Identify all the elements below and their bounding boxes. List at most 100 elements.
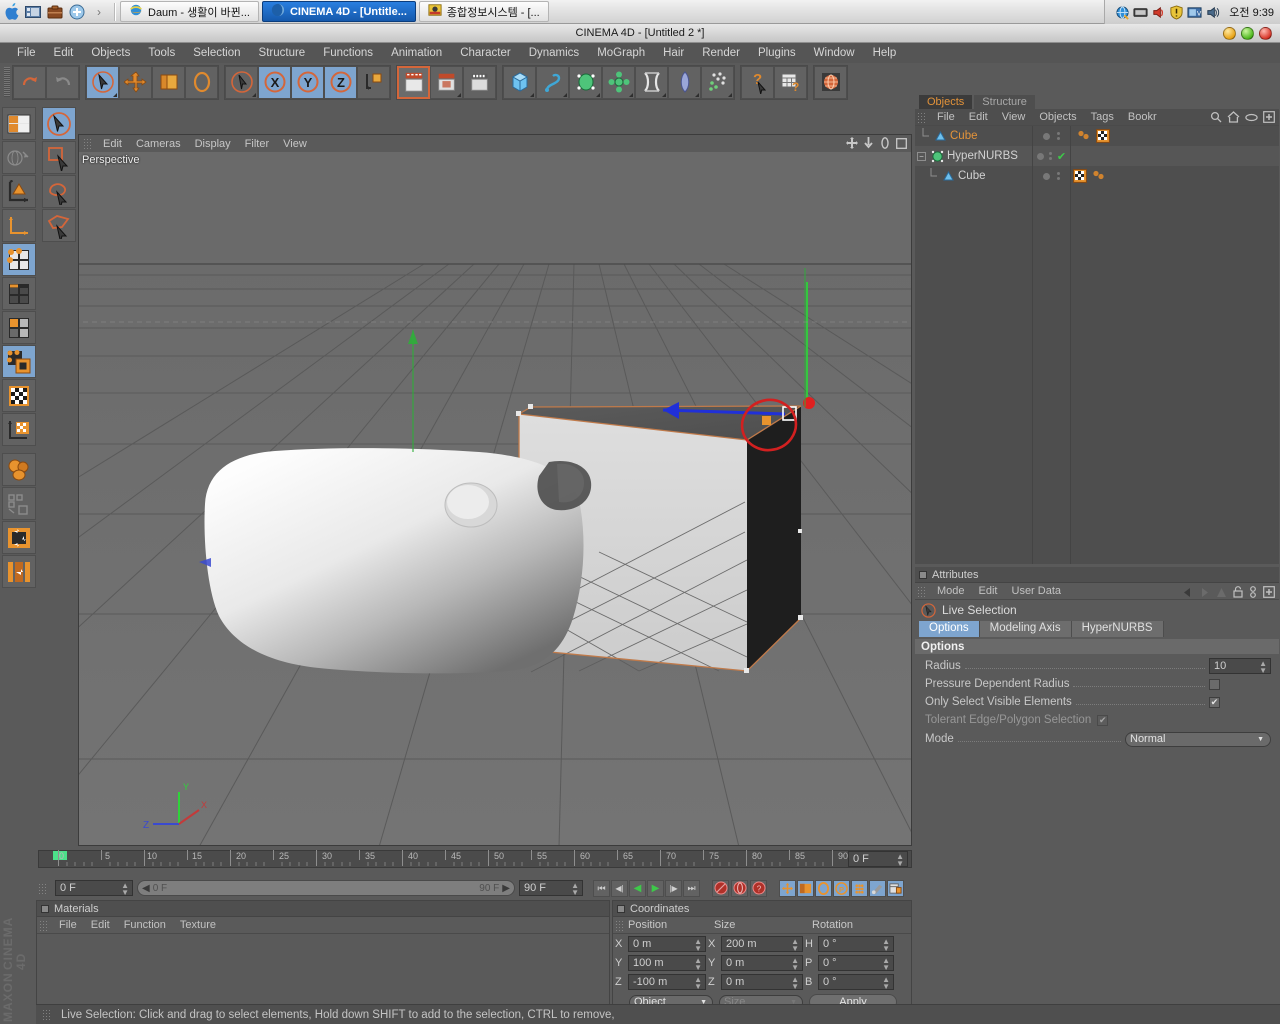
panel-collapse-icon[interactable]	[41, 904, 49, 913]
mode-select[interactable]: Normal ▼	[1125, 731, 1271, 747]
visible-render-dots[interactable]	[1057, 172, 1060, 180]
media-player-icon[interactable]	[23, 2, 43, 22]
checker-tag-icon[interactable]	[1073, 169, 1087, 183]
world-object-coord-button[interactable]	[357, 65, 390, 99]
plus-box-icon[interactable]	[1263, 586, 1275, 598]
plus-box-icon[interactable]	[1263, 111, 1275, 123]
dolly-icon[interactable]	[863, 137, 874, 149]
web-button[interactable]	[814, 65, 847, 99]
add-particles-button[interactable]	[701, 65, 734, 99]
pressure-radius-checkbox[interactable]	[1209, 678, 1220, 690]
tab-options[interactable]: Options	[919, 621, 980, 637]
stepper-icon[interactable]: ▲ ▼	[1259, 660, 1267, 675]
menu-selection[interactable]: Selection	[184, 45, 249, 61]
object-row-hypernurbs[interactable]: − HyperNURBS	[915, 146, 1032, 166]
status-drag-handle[interactable]	[42, 1009, 52, 1020]
object-row-cube-child[interactable]: Cube	[915, 166, 1032, 186]
object-cubes-button[interactable]	[2, 453, 36, 486]
visible-editor-dot[interactable]	[1043, 172, 1050, 180]
autokey-button[interactable]	[731, 879, 748, 897]
radius-input[interactable]: 10 ▲ ▼	[1209, 658, 1271, 675]
model-axis-button[interactable]	[2, 209, 36, 242]
content-browser-button[interactable]: ?	[774, 65, 807, 99]
taskbar-item-daum[interactable]: Daum - 생활이 바뀐...	[120, 1, 259, 22]
viewport-menu-filter[interactable]: Filter	[238, 137, 276, 151]
timeline-range-slider[interactable]: ◀ 0 F 90 F ▶	[137, 880, 515, 896]
parameter-key-button[interactable]: P	[833, 879, 850, 897]
stepper-icon[interactable]: ▲ ▼	[896, 853, 904, 868]
range-left-arrow-icon[interactable]: ◀	[142, 883, 150, 894]
stepper-icon[interactable]: ▲ ▼	[791, 937, 799, 952]
taskbar-item-cinema4d[interactable]: CINEMA 4D - [Untitle...	[261, 1, 416, 22]
menu-objects[interactable]: Objects	[82, 45, 139, 61]
keyframe-mode-button[interactable]	[887, 879, 904, 897]
attr-menu-user-data[interactable]: User Data	[1005, 585, 1069, 597]
scale-key-button[interactable]	[797, 879, 814, 897]
menu-tools[interactable]: Tools	[139, 45, 184, 61]
menu-animation[interactable]: Animation	[382, 45, 451, 61]
enable-axis-button[interactable]	[2, 521, 36, 554]
object-row-cube-top[interactable]: Cube	[915, 126, 1032, 146]
step-forward-button[interactable]: |▶	[665, 879, 682, 897]
only-visible-checkbox[interactable]: ✔	[1209, 696, 1220, 708]
menu-render[interactable]: Render	[693, 45, 749, 61]
menu-plugins[interactable]: Plugins	[749, 45, 805, 61]
menu-functions[interactable]: Functions	[314, 45, 382, 61]
minimize-button[interactable]	[1223, 27, 1236, 40]
live-selection-tool-button[interactable]	[42, 107, 76, 140]
add-circle-icon[interactable]	[67, 2, 87, 22]
visible-render-dots[interactable]	[1057, 132, 1060, 140]
rotation-p-field[interactable]: 0 ° ▲ ▼	[818, 954, 894, 971]
render-region-button[interactable]	[430, 65, 463, 99]
axis-y-button[interactable]: Y	[291, 65, 324, 99]
make-editable-button[interactable]	[2, 175, 36, 208]
add-scene-button[interactable]	[668, 65, 701, 99]
menu-help[interactable]: Help	[864, 45, 906, 61]
rotate-button[interactable]	[185, 65, 218, 99]
materials-drag-handle[interactable]	[39, 919, 49, 931]
tab-objects[interactable]: Objects	[919, 95, 973, 109]
link-icon[interactable]	[1249, 586, 1257, 598]
rotate-view-icon[interactable]	[879, 137, 891, 149]
autokey-toggle-button[interactable]	[869, 879, 886, 897]
stepper-icon[interactable]: ▲ ▼	[121, 882, 129, 897]
goto-start-button[interactable]: ⏮	[593, 879, 610, 897]
search-icon[interactable]	[1210, 111, 1222, 123]
menu-hair[interactable]: Hair	[654, 45, 693, 61]
viewport-menu-display[interactable]: Display	[188, 137, 238, 151]
stepper-icon[interactable]: ▲ ▼	[571, 882, 579, 897]
live-selection-button[interactable]	[86, 65, 119, 99]
redo-button[interactable]	[46, 65, 79, 99]
record-keyframe-button[interactable]	[712, 879, 729, 897]
visibility-row[interactable]	[1033, 166, 1070, 186]
play-button[interactable]: ▶	[647, 879, 664, 897]
viewport[interactable]: Edit Cameras Display Filter View Perspec…	[78, 134, 912, 846]
mirror-button[interactable]	[2, 555, 36, 588]
volume-red-icon[interactable]	[1151, 5, 1166, 20]
back-arrow-icon[interactable]	[1182, 587, 1193, 598]
size-x-field[interactable]: 200 m ▲ ▼	[721, 935, 803, 952]
cursor-tool-button[interactable]	[225, 65, 258, 99]
home-icon[interactable]	[1227, 111, 1240, 123]
axis-z-button[interactable]: Z	[324, 65, 357, 99]
layout-presets-button[interactable]	[2, 107, 36, 140]
rectangle-selection-button[interactable]	[42, 141, 76, 174]
tv-icon[interactable]: V	[1187, 5, 1202, 20]
stepper-icon[interactable]: ▲ ▼	[882, 956, 890, 971]
tab-structure[interactable]: Structure	[974, 95, 1035, 109]
visible-editor-dot[interactable]	[1036, 152, 1044, 160]
visible-editor-dot[interactable]	[1043, 132, 1050, 140]
stepper-icon[interactable]: ▲ ▼	[882, 937, 890, 952]
viewport-menu-edit[interactable]: Edit	[96, 137, 129, 151]
menu-file[interactable]: File	[8, 45, 45, 61]
texture-axis-button[interactable]	[2, 413, 36, 446]
om-menu-tags[interactable]: Tags	[1084, 111, 1121, 123]
undo-button[interactable]	[13, 65, 46, 99]
materials-menu-texture[interactable]: Texture	[173, 919, 223, 931]
menu-mograph[interactable]: MoGraph	[588, 45, 654, 61]
undo-view-button[interactable]	[2, 141, 36, 174]
taskbar-item-jonghap[interactable]: 종합정보시스템 - [...	[418, 1, 549, 22]
visibility-row[interactable]: ✔	[1033, 146, 1070, 166]
render-view-button[interactable]	[397, 65, 430, 99]
add-nurbs-button[interactable]	[569, 65, 602, 99]
